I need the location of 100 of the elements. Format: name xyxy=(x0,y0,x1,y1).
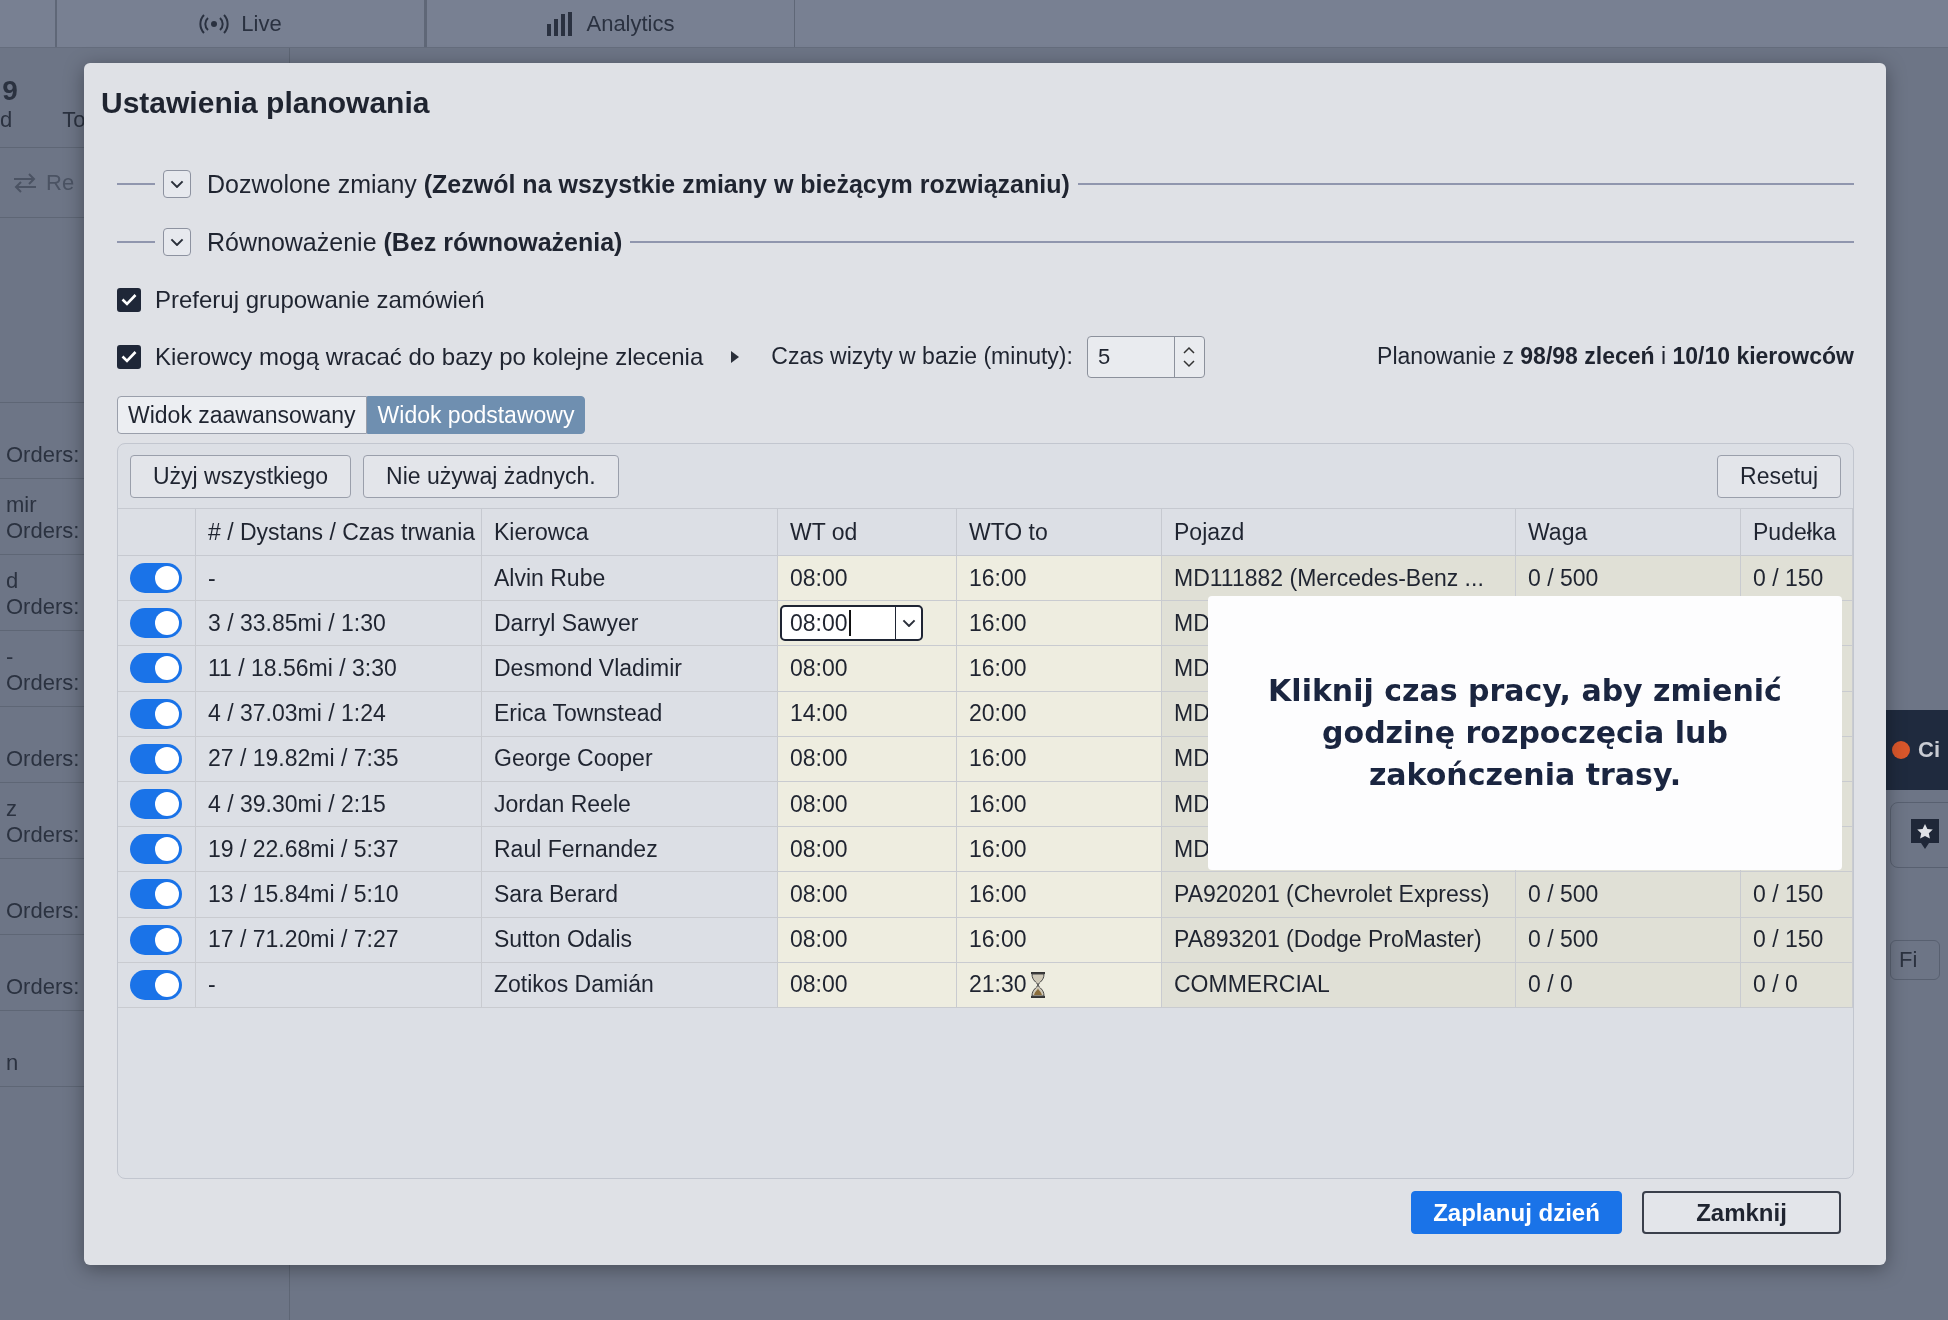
checkbox[interactable] xyxy=(117,344,141,369)
section-label[interactable]: Równoważenie (Bez równoważenia) xyxy=(207,227,623,257)
option-label: Preferuj grupowanie zamówień xyxy=(155,285,485,314)
orders-label: Orders: xyxy=(6,518,80,544)
orders-label: Orders: xyxy=(6,898,80,924)
planning-summary: Planowanie z 98/98 zleceń i 10/10 kierowców xyxy=(1377,343,1854,370)
bar-chart-icon xyxy=(546,11,575,36)
time-cell[interactable]: 20:00 xyxy=(957,691,1162,737)
table-cell: Sara Berard xyxy=(482,872,778,918)
time-cell[interactable]: 16:00 xyxy=(957,736,1162,782)
time-cell[interactable]: 16:00 xyxy=(957,827,1162,873)
row-text: d xyxy=(0,107,13,133)
table-cell: 0 / 150 xyxy=(1741,872,1853,918)
plan-button[interactable]: Zaplanuj dzień xyxy=(1411,1191,1622,1234)
toggle-switch[interactable] xyxy=(130,698,182,729)
table-cell: 17 / 71.20mi / 7:27 xyxy=(196,917,482,963)
expand-toggle[interactable] xyxy=(163,170,191,198)
checkbox[interactable] xyxy=(117,287,141,312)
option-label: Kierowcy mogą wracać do bazy po kolejne zlecenia xyxy=(155,342,704,371)
time-cell[interactable]: 16:00 xyxy=(957,556,1162,602)
time-cell[interactable]: 08:00 xyxy=(778,736,957,782)
visit-time-field[interactable]: 5 xyxy=(1086,335,1205,378)
table-cell: 19 / 22.68mi / 5:37 xyxy=(196,827,482,873)
toggle-switch[interactable] xyxy=(130,789,182,820)
row-text: - xyxy=(6,644,14,670)
time-cell[interactable]: 08:00 xyxy=(778,556,957,602)
select-button[interactable]: Użyj wszystkiego xyxy=(130,455,352,498)
toggle-switch[interactable] xyxy=(130,834,182,865)
table-cell: COMMERCIAL xyxy=(1162,962,1516,1008)
time-cell[interactable]: 21:30 xyxy=(957,962,1162,1008)
column-header: Pojazd xyxy=(1162,508,1516,556)
table-cell: 27 / 19.82mi / 7:35 xyxy=(196,736,482,782)
visit-time-label: Czas wizyty w bazie (minuty): xyxy=(771,343,1073,370)
time-cell[interactable]: 16:00 xyxy=(957,646,1162,692)
table-cell: 13 / 15.84mi / 5:10 xyxy=(196,872,482,918)
table-cell: - xyxy=(196,556,482,602)
time-cell[interactable]: 08:00 xyxy=(778,872,957,918)
table-cell: George Cooper xyxy=(482,736,778,782)
time-cell[interactable]: 08:00 xyxy=(778,827,957,873)
expand-toggle[interactable] xyxy=(163,228,191,256)
toggle-switch[interactable] xyxy=(130,969,182,1000)
row-text: z xyxy=(6,796,17,822)
select-button[interactable]: Nie używaj żadnych. xyxy=(363,455,619,498)
time-cell[interactable]: 16:00 xyxy=(957,601,1162,647)
toggle-switch[interactable] xyxy=(130,743,182,774)
column-header: # / Dystans / Czas trwania xyxy=(196,508,482,556)
time-cell[interactable]: 16:00 xyxy=(957,917,1162,963)
toggle-switch[interactable] xyxy=(130,653,182,684)
close-button[interactable]: Zamknij xyxy=(1642,1191,1841,1234)
table-cell: Sutton Odalis xyxy=(482,917,778,963)
table-cell: - xyxy=(196,962,482,1008)
table-cell: PA920201 (Chevrolet Express) xyxy=(1162,872,1516,918)
toggle-switch[interactable] xyxy=(130,924,182,955)
toggle-switch[interactable] xyxy=(130,608,182,639)
orders-label: Orders: xyxy=(6,442,80,468)
table-cell: Raul Fernandez xyxy=(482,827,778,873)
chevron-down-icon xyxy=(170,237,184,247)
table-cell: 0 / 150 xyxy=(1741,917,1853,963)
row-text: d xyxy=(6,568,19,594)
broadcast-icon xyxy=(199,13,230,34)
column-header: WTO to xyxy=(957,508,1162,556)
row-text: mir xyxy=(6,492,37,518)
time-cell[interactable]: 08:00 xyxy=(778,917,957,963)
orders-label: Orders: xyxy=(6,746,80,772)
orders-label: Orders: xyxy=(6,670,80,696)
table-cell: Desmond Vladimir xyxy=(482,646,778,692)
table-cell: Jordan Reele xyxy=(482,781,778,828)
time-cell[interactable]: 08:00 xyxy=(778,646,957,692)
swap-icon xyxy=(12,171,38,194)
table-cell: 0 / 0 xyxy=(1741,962,1853,1008)
table-cell: Zotikos Damián xyxy=(482,962,778,1008)
reset-button[interactable]: Resetuj xyxy=(1717,455,1841,498)
orders-label: Orders: xyxy=(6,974,80,1000)
time-cell[interactable]: 16:00 xyxy=(957,872,1162,918)
checkmark-icon xyxy=(121,350,137,363)
time-cell[interactable]: 14:00 xyxy=(778,691,957,737)
table-cell: Darryl Sawyer xyxy=(482,601,778,647)
time-field[interactable]: 08:00 xyxy=(780,605,923,642)
checkmark-icon xyxy=(121,293,137,306)
dialog-title: Ustawienia planowania xyxy=(101,85,431,121)
time-cell[interactable]: 16:00 xyxy=(957,781,1162,828)
section-label[interactable]: Dozwolone zmiany (Zezwól na wszystkie zmiany w bieżącym rozwiązaniu) xyxy=(207,169,1070,199)
orders-label: Orders: xyxy=(6,594,80,620)
table-cell: 0 / 500 xyxy=(1516,917,1741,963)
toggle-switch[interactable] xyxy=(130,879,182,910)
time-cell[interactable]: 08:00 xyxy=(778,962,957,1008)
toggle-switch[interactable] xyxy=(130,563,182,594)
caret-icon xyxy=(731,350,740,363)
chat-button[interactable] xyxy=(1890,802,1948,868)
column-header: Kierowca xyxy=(482,508,778,556)
table-cell: Alvin Rube xyxy=(482,556,778,602)
chevron-down-icon xyxy=(901,619,916,628)
time-cell[interactable]: 08:00 xyxy=(778,781,957,828)
table-cell: PA893201 (Dodge ProMaster) xyxy=(1162,917,1516,963)
table-cell: 0 / 0 xyxy=(1516,962,1741,1008)
row-text: n xyxy=(6,1050,19,1076)
table-cell: 0 / 500 xyxy=(1516,872,1741,918)
table-cell: 3 / 33.85mi / 1:30 xyxy=(196,601,482,647)
view-tab[interactable]: Widok zaawansowany xyxy=(117,396,367,434)
hint-popup: Kliknij czas pracy, aby zmienić godzinę rozpoczęcia lub zakończenia trasy. xyxy=(1208,596,1842,870)
